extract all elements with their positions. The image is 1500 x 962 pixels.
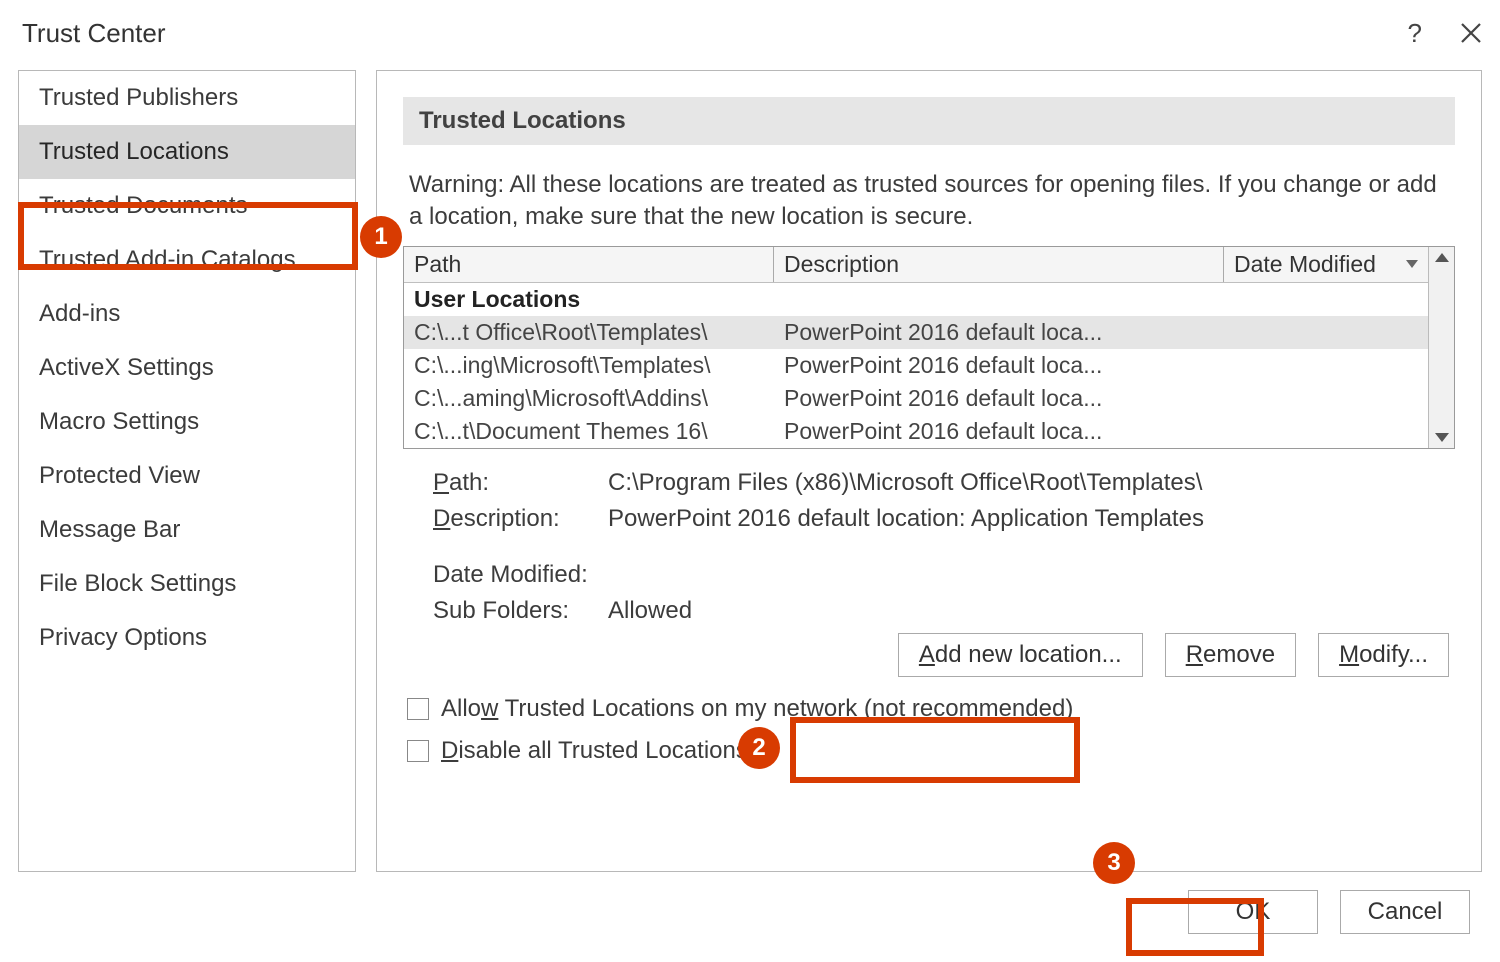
- dialog-title: Trust Center: [22, 18, 1408, 49]
- sidebar-item-add-ins[interactable]: Add-ins: [19, 287, 355, 341]
- sidebar-item-file-block-settings[interactable]: File Block Settings: [19, 557, 355, 611]
- checkbox-icon[interactable]: [407, 740, 429, 762]
- cell-desc: PowerPoint 2016 default loca...: [774, 384, 1224, 413]
- ok-button[interactable]: OK: [1188, 890, 1318, 934]
- sidebar-item-privacy-options[interactable]: Privacy Options: [19, 611, 355, 665]
- detail-value-description: PowerPoint 2016 default location: Applic…: [608, 505, 1425, 533]
- detail-label-sub-folders: Sub Folders:: [433, 597, 608, 625]
- detail-value-date-modified: [608, 561, 1425, 589]
- allow-network-label: Allow Trusted Locations on my network (n…: [441, 695, 1073, 723]
- sidebar-item-trusted-publishers[interactable]: Trusted Publishers: [19, 71, 355, 125]
- warning-text: Warning: All these locations are treated…: [403, 169, 1455, 234]
- help-icon[interactable]: ?: [1408, 20, 1422, 46]
- disable-all-checkbox-row[interactable]: Disable all Trusted Locations: [403, 737, 1455, 765]
- sidebar-item-protected-view[interactable]: Protected View: [19, 449, 355, 503]
- cell-path: C:\...aming\Microsoft\Addins\: [404, 384, 774, 413]
- dialog-footer: OK Cancel: [0, 872, 1500, 962]
- sidebar-item-trusted-addin-catalogs[interactable]: Trusted Add-in Catalogs: [19, 233, 355, 287]
- cell-desc: PowerPoint 2016 default loca...: [774, 318, 1224, 347]
- disable-all-label: Disable all Trusted Locations: [441, 737, 748, 765]
- scroll-down-icon[interactable]: [1435, 433, 1449, 442]
- detail-value-sub-folders: Allowed: [608, 597, 1425, 625]
- cell-desc: PowerPoint 2016 default loca...: [774, 417, 1224, 446]
- close-icon[interactable]: [1460, 22, 1482, 44]
- sidebar-item-macro-settings[interactable]: Macro Settings: [19, 395, 355, 449]
- selection-details: Path: C:\Program Files (x86)\Microsoft O…: [403, 469, 1455, 625]
- sidebar-item-activex-settings[interactable]: ActiveX Settings: [19, 341, 355, 395]
- body: Trusted Publishers Trusted Locations Tru…: [0, 70, 1500, 872]
- column-description[interactable]: Description: [774, 247, 1224, 282]
- cell-path: C:\...t Office\Root\Templates\: [404, 318, 774, 347]
- trust-center-dialog: Trust Center ? Trusted Publishers Truste…: [0, 0, 1500, 962]
- allow-network-checkbox-row[interactable]: Allow Trusted Locations on my network (n…: [403, 695, 1455, 723]
- cell-path: C:\...t\Document Themes 16\: [404, 417, 774, 446]
- detail-label-description: Description:: [433, 505, 608, 533]
- titlebar: Trust Center ?: [0, 0, 1500, 70]
- main-panel: Trusted Locations Warning: All these loc…: [376, 70, 1482, 872]
- column-date-modified[interactable]: Date Modified: [1224, 247, 1428, 282]
- table-row[interactable]: C:\...ing\Microsoft\Templates\ PowerPoin…: [404, 349, 1428, 382]
- sidebar-item-message-bar[interactable]: Message Bar: [19, 503, 355, 557]
- action-buttons: Add new location... Remove Modify...: [403, 633, 1449, 677]
- sidebar: Trusted Publishers Trusted Locations Tru…: [18, 70, 356, 872]
- table-scrollbar[interactable]: [1428, 247, 1454, 448]
- modify-button[interactable]: Modify...: [1318, 633, 1449, 677]
- table-row[interactable]: C:\...t\Document Themes 16\ PowerPoint 2…: [404, 415, 1428, 448]
- group-user-locations: User Locations: [404, 282, 1428, 316]
- checkbox-icon[interactable]: [407, 698, 429, 720]
- sidebar-item-trusted-locations[interactable]: Trusted Locations: [19, 125, 355, 179]
- remove-button[interactable]: Remove: [1165, 633, 1296, 677]
- cell-date: [1224, 318, 1428, 347]
- add-new-location-button[interactable]: Add new location...: [898, 633, 1143, 677]
- scroll-up-icon[interactable]: [1435, 253, 1449, 262]
- cell-date: [1224, 351, 1428, 380]
- table-row[interactable]: C:\...aming\Microsoft\Addins\ PowerPoint…: [404, 382, 1428, 415]
- detail-label-date-modified: Date Modified:: [433, 561, 608, 589]
- detail-value-path: C:\Program Files (x86)\Microsoft Office\…: [608, 469, 1425, 497]
- cancel-button[interactable]: Cancel: [1340, 890, 1470, 934]
- detail-label-path: Path:: [433, 469, 608, 497]
- cell-path: C:\...ing\Microsoft\Templates\: [404, 351, 774, 380]
- sort-descending-icon: [1406, 260, 1418, 268]
- sidebar-item-trusted-documents[interactable]: Trusted Documents: [19, 179, 355, 233]
- table-row[interactable]: C:\...t Office\Root\Templates\ PowerPoin…: [404, 316, 1428, 349]
- column-path[interactable]: Path: [404, 247, 774, 282]
- table-header-row: Path Description Date Modified: [404, 247, 1428, 282]
- section-header: Trusted Locations: [403, 97, 1455, 145]
- trusted-locations-table: Path Description Date Modified User Loca…: [403, 246, 1455, 449]
- cell-date: [1224, 417, 1428, 446]
- cell-desc: PowerPoint 2016 default loca...: [774, 351, 1224, 380]
- column-date-label: Date Modified: [1234, 251, 1376, 278]
- cell-date: [1224, 384, 1428, 413]
